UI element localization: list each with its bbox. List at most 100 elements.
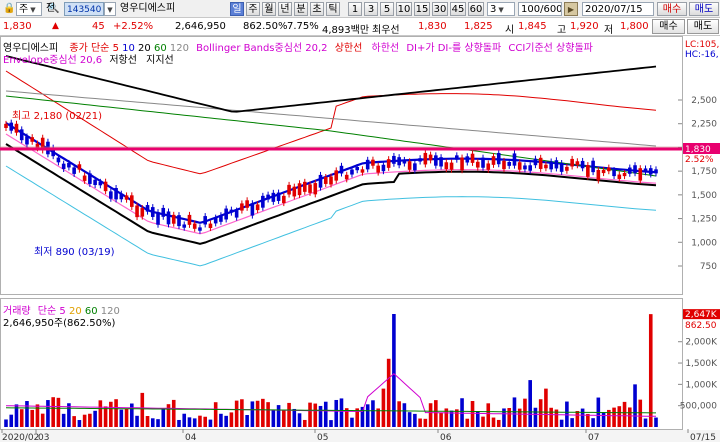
candle[interactable] [271,192,276,202]
candle[interactable] [549,161,553,170]
volume-bar[interactable] [224,415,228,427]
candle[interactable] [586,165,590,177]
volume-bar[interactable] [633,384,637,427]
candle[interactable] [622,172,627,177]
candle[interactable] [61,163,66,170]
volume-bar[interactable] [371,400,375,427]
candle[interactable] [171,214,176,224]
candle[interactable] [276,192,281,201]
period-button-week[interactable]: 주 [246,2,260,16]
count-field[interactable]: 100/600 [518,2,562,16]
volume-bar[interactable] [586,413,590,427]
volume-bar[interactable] [93,410,97,427]
volume-bar[interactable] [140,392,145,427]
candle[interactable] [491,156,496,165]
interval-button-3[interactable]: 3 [364,2,378,16]
candle[interactable] [297,183,302,196]
volume-bar[interactable] [98,400,103,427]
volume-bar[interactable] [297,413,302,427]
volume-bar[interactable] [627,407,632,427]
volume-bar[interactable] [428,403,433,427]
volume-bar[interactable] [213,402,218,427]
chart-canvas[interactable]: 2,5002,2502,0001,7501,5001,2501,0007501,… [0,36,720,442]
volume-bar[interactable] [156,419,160,427]
volume-bar[interactable] [9,414,14,427]
volume-bar[interactable] [77,420,82,427]
volume-bar[interactable] [638,399,643,427]
candle[interactable] [413,163,417,171]
order-sell-button[interactable]: 매도 [687,19,719,34]
volume-bar[interactable] [648,314,653,427]
candle[interactable] [119,193,124,200]
candle[interactable] [486,163,491,170]
candle[interactable] [360,169,365,173]
stock-code-dropdown[interactable]: ▼ [104,2,116,16]
candle[interactable] [434,155,438,166]
market-label[interactable]: 전 [44,2,62,16]
period-button-day[interactable]: 일 [230,2,244,16]
volume-bar[interactable] [234,400,239,427]
candle[interactable] [9,122,14,131]
volume-bar[interactable] [124,408,129,427]
volume-bar[interactable] [250,401,255,427]
candle[interactable] [554,160,559,169]
candle[interactable] [507,161,512,166]
count-apply-button[interactable]: ▶ [564,2,578,16]
candle[interactable] [77,164,82,170]
volume-bar[interactable] [517,408,522,427]
candle[interactable] [145,205,150,212]
candle[interactable] [407,161,412,170]
candle[interactable] [465,156,470,163]
candle[interactable] [538,157,543,169]
candle[interactable] [475,161,480,168]
candle[interactable] [135,205,139,218]
volume-bar[interactable] [255,400,260,427]
volume-bar[interactable] [177,419,181,427]
volume-bar[interactable] [51,397,55,427]
volume-bar[interactable] [570,418,574,427]
candle[interactable] [517,162,522,170]
volume-bar[interactable] [413,413,417,427]
volume-bar[interactable] [266,402,270,427]
volume-bar[interactable] [622,401,627,427]
volume-bar[interactable] [187,417,192,427]
candle[interactable] [292,186,297,197]
candle[interactable] [166,211,171,225]
candle[interactable] [565,166,569,171]
candle[interactable] [19,129,24,141]
candle[interactable] [250,203,255,216]
volume-bar[interactable] [460,398,464,427]
stock-chart[interactable]: 2,5002,2502,0001,7501,5001,2501,0007501,… [0,36,720,442]
candle[interactable] [130,195,134,207]
period-button-year[interactable]: 년 [278,2,292,16]
candle[interactable] [4,123,8,128]
sell-button[interactable]: 매도 [689,2,719,16]
candle[interactable] [439,157,443,167]
candle[interactable] [140,208,145,217]
candle[interactable] [397,157,401,166]
interval-button-1[interactable]: 1 [348,2,362,16]
candle[interactable] [381,164,386,172]
candle[interactable] [339,165,344,174]
candle[interactable] [570,158,574,167]
candle[interactable] [355,166,360,171]
volume-bar[interactable] [271,409,276,427]
volume-bar[interactable] [339,398,344,427]
volume-bar[interactable] [455,409,459,427]
candle[interactable] [334,170,339,181]
volume-bar[interactable] [407,412,412,427]
candle[interactable] [161,207,166,217]
candle[interactable] [308,184,312,193]
volume-bar[interactable] [240,399,244,427]
volume-bar[interactable] [559,419,564,427]
period-button-month[interactable]: 월 [262,2,276,16]
candle[interactable] [124,195,129,200]
candle[interactable] [261,195,265,208]
candle[interactable] [496,152,501,165]
volume-bar[interactable] [580,408,585,427]
candle[interactable] [88,173,92,184]
candle[interactable] [93,179,97,185]
volume-bar[interactable] [491,417,496,427]
date-field[interactable]: 2020/07/15 [582,2,654,16]
buy-button[interactable]: 매수 [657,2,687,16]
